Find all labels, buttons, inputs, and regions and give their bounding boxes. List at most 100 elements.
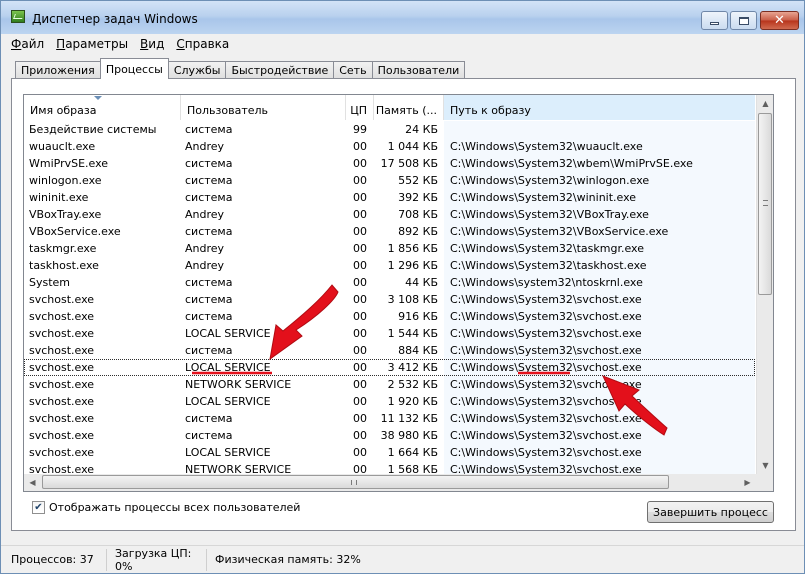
show-all-processes-checkbox[interactable]: ✔ Отображать процессы всех пользователей [32, 501, 300, 514]
menu-item-mnemonic: Ф [11, 37, 22, 51]
column-header-path[interactable]: Путь к образу [444, 95, 755, 120]
cell-cpu: 00 [353, 412, 367, 425]
menu-item-3[interactable]: Справка [176, 37, 229, 51]
table-row[interactable]: svchost.exe система 00 916 КБ C:\Windows\Sys… [24, 308, 755, 325]
table-row[interactable]: wuauclt.exe Andrey 00 1 044 КБ C:\Windows\Sy… [24, 138, 755, 155]
cell-cpu: 00 [353, 327, 367, 340]
table-row[interactable]: svchost.exe система 00 38 980 КБ C:\Windows\… [24, 427, 755, 444]
cell-name: winlogon.exe [29, 174, 102, 187]
cell-user: LOCAL SERVICE [185, 395, 271, 408]
cell-name: VBoxTray.exe [29, 208, 102, 221]
cell-user: Andrey [185, 208, 225, 221]
title-bar[interactable]: Диспетчер задач Windows ✕ [1, 1, 804, 34]
cell-path: C:\Windows\System32\svchost.exe [444, 308, 755, 325]
scroll-right-arrow-icon[interactable]: ▶ [739, 474, 756, 491]
scroll-up-arrow-icon[interactable]: ▲ [757, 95, 773, 112]
table-row[interactable]: VBoxTray.exe Andrey 00 708 КБ C:\Windows\Sys… [24, 206, 755, 223]
tab-1[interactable]: Процессы [99, 58, 169, 79]
cell-user: Andrey [185, 242, 225, 255]
cell-user: система [185, 429, 233, 442]
cell-cpu: 00 [353, 191, 367, 204]
cell-mem: 17 508 КБ [380, 157, 438, 170]
cell-name: taskmgr.exe [29, 242, 97, 255]
cell-name: svchost.exe [29, 344, 95, 357]
table-row[interactable]: System система 00 44 КБ C:\Windows\system32\… [24, 274, 755, 291]
menu-item-0[interactable]: Файл [11, 37, 44, 51]
menu-item-label: правка [184, 37, 230, 51]
table-row[interactable]: winlogon.exe система 00 552 КБ C:\Windows\Sy… [24, 172, 755, 189]
cell-cpu: 00 [353, 361, 367, 374]
table-row[interactable]: svchost.exe LOCAL SERVICE 00 1 920 КБ C:\Win… [24, 393, 755, 410]
maximize-icon [738, 16, 749, 25]
cell-name: wininit.exe [29, 191, 89, 204]
grip-icon [351, 480, 357, 485]
horizontal-scrollbar[interactable]: ◀ ▶ [24, 474, 756, 491]
status-cpu-load: Загрузка ЦП: 0% [107, 547, 207, 573]
status-physical-memory: Физическая память: 32% [215, 553, 361, 566]
cell-path: C:\Windows\System32\taskhost.exe [444, 257, 755, 274]
menu-item-label: айл [21, 37, 45, 51]
cell-cpu: 00 [353, 225, 367, 238]
cell-path [444, 121, 755, 138]
vertical-scroll-thumb[interactable] [758, 113, 772, 295]
cell-name: Бездействие системы [29, 123, 157, 136]
cell-path: C:\Windows\System32\svchost.exe [444, 342, 755, 359]
process-list[interactable]: Имя образа Пользователь ЦП Память (... П… [23, 94, 774, 492]
cell-cpu: 99 [353, 123, 367, 136]
window-title: Диспетчер задач Windows [32, 12, 198, 26]
table-row[interactable]: svchost.exe LOCAL SERVICE 00 1 544 КБ C:\Win… [24, 325, 755, 342]
table-row[interactable]: VBoxService.exe система 00 892 КБ C:\Windows… [24, 223, 755, 240]
tab-2[interactable]: Службы [167, 61, 227, 79]
cell-name: svchost.exe [29, 395, 95, 408]
table-row[interactable]: svchost.exe LOCAL SERVICE 00 3 412 КБ C:\Win… [24, 359, 755, 376]
scroll-down-arrow-icon[interactable]: ▼ [757, 457, 773, 474]
cell-name: svchost.exe [29, 293, 95, 306]
column-header-cpu[interactable]: ЦП [346, 95, 374, 120]
menu-item-1[interactable]: Параметры [56, 37, 128, 51]
cell-mem: 3 108 КБ [387, 293, 438, 306]
cell-user: Andrey [185, 259, 225, 272]
cell-path: C:\Windows\System32\VBoxTray.exe [444, 206, 755, 223]
table-row[interactable]: WmiPrvSE.exe система 00 17 508 КБ C:\Windows… [24, 155, 755, 172]
cell-path: C:\Windows\System32\svchost.exe [444, 444, 755, 461]
cell-name: svchost.exe [29, 446, 95, 459]
checkmark-icon[interactable]: ✔ [32, 501, 45, 514]
column-header-memory[interactable]: Память (... [374, 95, 444, 120]
table-row[interactable]: svchost.exe система 00 11 132 КБ C:\Windows\… [24, 410, 755, 427]
scroll-corner [756, 474, 773, 491]
status-bar: Процессов: 37 Загрузка ЦП: 0% Физическая… [1, 545, 804, 573]
show-all-processes-label: Отображать процессы всех пользователей [49, 501, 301, 514]
table-row[interactable]: wininit.exe система 00 392 КБ C:\Windows\Sys… [24, 189, 755, 206]
table-row[interactable]: taskmgr.exe Andrey 00 1 856 КБ C:\Windows\Sy… [24, 240, 755, 257]
cell-name: svchost.exe [29, 412, 95, 425]
tab-0[interactable]: Приложения [15, 61, 101, 79]
table-row[interactable]: svchost.exe LOCAL SERVICE 00 1 664 КБ C:\Win… [24, 444, 755, 461]
cell-name: WmiPrvSE.exe [29, 157, 109, 170]
cell-user: Andrey [185, 140, 225, 153]
column-header-user[interactable]: Пользователь [181, 95, 346, 120]
end-process-button[interactable]: Завершить процесс [647, 501, 774, 523]
menu-item-label: ид [148, 37, 165, 51]
cell-cpu: 00 [353, 344, 367, 357]
close-button[interactable]: ✕ [760, 11, 799, 30]
horizontal-scroll-thumb[interactable] [42, 475, 669, 489]
tab-3[interactable]: Быстродействие [225, 61, 335, 79]
menu-item-2[interactable]: Вид [140, 37, 164, 51]
table-row[interactable]: svchost.exe система 00 884 КБ C:\Windows\Sys… [24, 342, 755, 359]
maximize-button[interactable] [730, 11, 757, 30]
cell-cpu: 00 [353, 140, 367, 153]
tab-4[interactable]: Сеть [333, 61, 373, 79]
vertical-scrollbar[interactable]: ▲ ▼ [756, 95, 773, 474]
table-row[interactable]: svchost.exe NETWORK SERVICE 00 2 532 КБ C:\W… [24, 376, 755, 393]
table-row[interactable]: taskhost.exe Andrey 00 1 296 КБ C:\Windows\S… [24, 257, 755, 274]
tab-5[interactable]: Пользователи [371, 61, 466, 79]
table-row[interactable]: svchost.exe система 00 3 108 КБ C:\Windows\S… [24, 291, 755, 308]
cell-cpu: 00 [353, 276, 367, 289]
scroll-left-arrow-icon[interactable]: ◀ [24, 474, 41, 491]
cell-name: svchost.exe [29, 310, 95, 323]
minimize-button[interactable] [701, 11, 728, 30]
cell-user: LOCAL SERVICE [185, 361, 271, 374]
table-row[interactable]: Бездействие системы система 99 24 КБ [24, 121, 755, 138]
column-header-name[interactable]: Имя образа [24, 95, 181, 120]
cell-name: svchost.exe [29, 429, 95, 442]
